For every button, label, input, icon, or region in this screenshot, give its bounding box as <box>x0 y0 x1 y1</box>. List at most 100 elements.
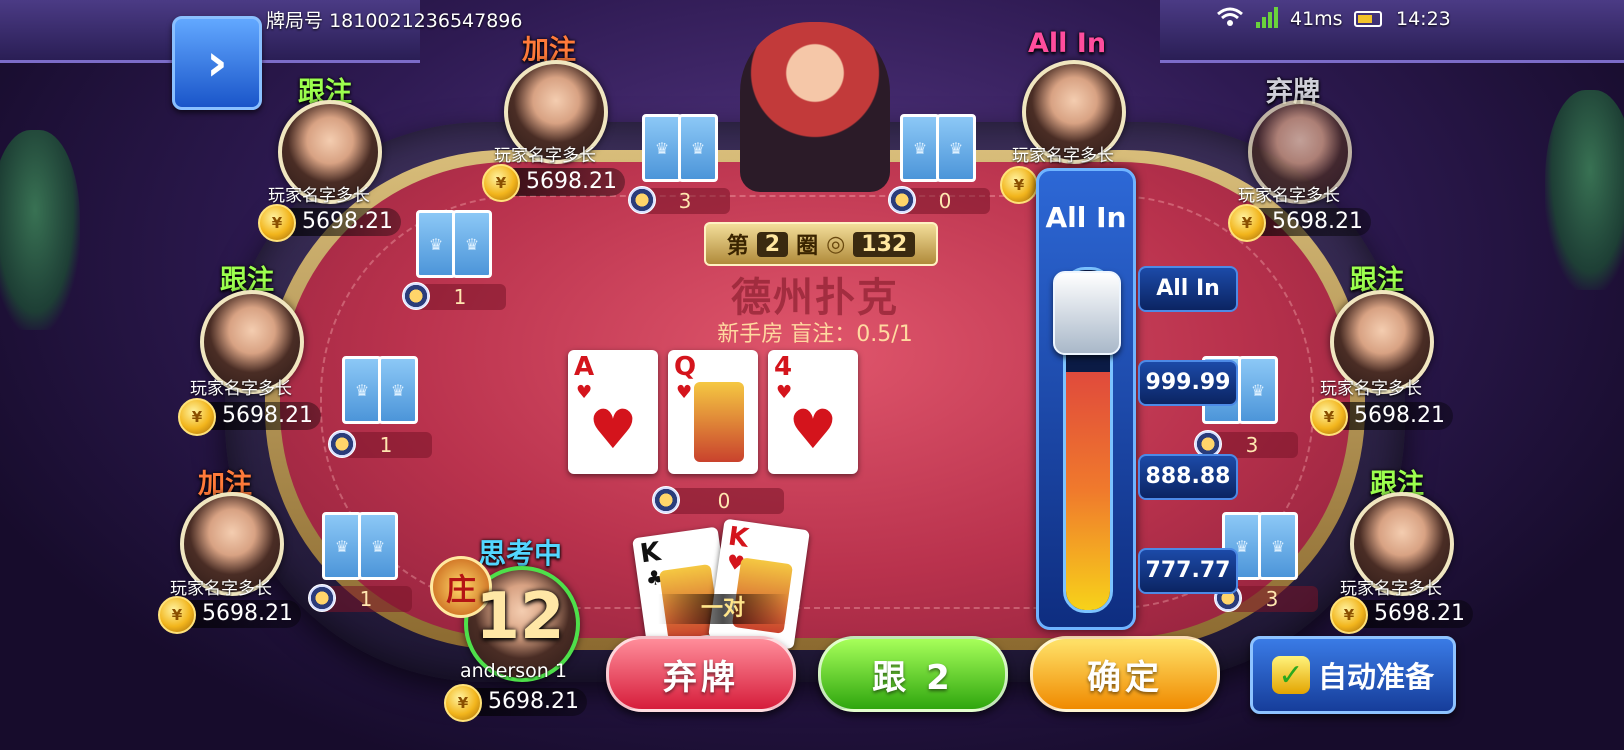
player-bet-value: 1 <box>359 587 373 611</box>
card-back-icon: ♛ <box>342 356 382 424</box>
community-card: A ♥ ♥ <box>568 350 658 474</box>
raise-preset-button[interactable]: 888.88 <box>1138 454 1238 500</box>
player-name: 玩家名字多长 <box>494 146 596 166</box>
heart-icon: ♥ <box>676 382 693 403</box>
player-chips: ¥ 5698.21 <box>1228 204 1371 242</box>
room-info: 新手房 盲注：0.5/1 <box>717 322 913 347</box>
player-chips-value: 5698.21 <box>202 601 293 626</box>
clock-time: 14:23 <box>1396 8 1451 30</box>
card-rank: 4 <box>774 352 793 382</box>
chip-icon <box>888 186 916 214</box>
player-chips-value: 5698.21 <box>1272 209 1363 234</box>
round-number: 2 <box>756 231 789 257</box>
dealer-right-bet: 0 <box>888 186 990 214</box>
player-hidden-cards: ♛ ♛ <box>416 210 500 282</box>
card-rank: A <box>574 352 595 382</box>
player-bet-value: 3 <box>1245 433 1259 457</box>
coin-icon: ¥ <box>1310 398 1348 436</box>
player-chips: ¥ 5698.21 <box>1330 596 1473 634</box>
player-chips: ¥ 5698.21 <box>1310 398 1453 436</box>
card-back-icon: ♛ <box>378 356 418 424</box>
coin-icon: ¥ <box>482 164 520 202</box>
main-pot: 0 <box>652 486 784 514</box>
player-name: 玩家名字多长 <box>268 186 370 206</box>
player-name: 玩家名字多长 <box>190 379 292 399</box>
game-title: 德州扑克 <box>731 275 899 321</box>
card-back-icon: ♛ <box>642 114 682 182</box>
coin-icon: ¥ <box>178 398 216 436</box>
latency: 41ms <box>1290 8 1343 30</box>
fold-button[interactable]: 弃牌 <box>606 636 796 712</box>
wifi-icon <box>1216 6 1244 28</box>
player-name: 玩家名字多长 <box>170 579 272 599</box>
player-bet: 1 <box>308 584 412 612</box>
pot-total: 132 <box>853 231 916 257</box>
coin-icon: ¥ <box>444 684 482 722</box>
coin-icon: ¥ <box>258 204 296 242</box>
raise-preset-button[interactable]: 777.77 <box>1138 548 1238 594</box>
raise-preset-allin-button[interactable]: All In <box>1138 266 1238 312</box>
hand-id-value: 1810021236547896 <box>329 10 523 32</box>
pot-coins-icon: ◎ <box>826 231 846 257</box>
card-back-icon: ♛ <box>1238 356 1278 424</box>
raise-slider-panel: All In <box>1036 168 1136 630</box>
player-chips-value: 5698.21 <box>1374 601 1465 626</box>
player-bet: 1 <box>328 430 432 458</box>
player-bet: 3 <box>1214 584 1318 612</box>
dealer-left-hidden-cards: ♛ ♛ <box>642 114 726 186</box>
player-name: 玩家名字多长 <box>1320 379 1422 399</box>
confirm-button[interactable]: 确定 <box>1030 636 1220 712</box>
my-chips: ¥ 5698.21 <box>444 684 587 722</box>
chip-icon <box>402 282 430 310</box>
raise-preset-button[interactable]: 999.99 <box>1138 360 1238 406</box>
card-back-icon: ♛ <box>452 210 492 278</box>
dealer-right-bet-value: 0 <box>938 189 952 213</box>
chip-icon <box>308 584 336 612</box>
hand-id-label: 牌局号 <box>266 10 324 32</box>
chip-icon <box>652 486 680 514</box>
card-back-icon: ♛ <box>416 210 456 278</box>
game-table-scene: 牌局号 1810021236547896 41ms 14:23 › ♛ ♛ 3 … <box>0 0 1624 750</box>
raise-slider-thumb[interactable] <box>1053 271 1121 355</box>
player-chips-value: 5698.21 <box>526 169 617 194</box>
player-bet-value: 1 <box>453 285 467 309</box>
player-chips-value: 5698.21 <box>222 403 313 428</box>
coin-icon: ¥ <box>1228 204 1266 242</box>
hand-id: 牌局号 1810021236547896 <box>266 6 522 33</box>
card-back-icon: ♛ <box>678 114 718 182</box>
card-back-icon: ♛ <box>322 512 362 580</box>
chip-icon <box>628 186 656 214</box>
menu-expand-button[interactable]: › <box>172 16 262 110</box>
my-chips-value: 5698.21 <box>488 689 579 714</box>
hand-rank-label: 一对 <box>658 594 788 624</box>
my-name: anderson 1 <box>460 660 567 682</box>
checkmark-icon: ✓ <box>1271 656 1310 694</box>
chevron-right-icon: › <box>206 33 228 93</box>
raise-slider-fill <box>1066 372 1110 610</box>
round-info-panel: 第 2 圈 ◎ 132 <box>704 222 938 266</box>
auto-ready-button[interactable]: ✓ 自动准备 <box>1250 636 1456 714</box>
player-bet: 1 <box>402 282 506 310</box>
round-prefix: 第 <box>726 234 749 259</box>
dealer-left-bet: 3 <box>628 186 730 214</box>
player-chips: ¥ 5698.21 <box>258 204 401 242</box>
card-back-icon: ♛ <box>900 114 940 182</box>
dealer-left-bet-value: 3 <box>678 189 692 213</box>
slider-max-label: All In <box>1045 201 1127 234</box>
player-bet-value: 1 <box>379 433 393 457</box>
player-chips-value: 5698.21 <box>302 209 393 234</box>
main-pot-value: 0 <box>717 489 731 513</box>
plant-left-decor <box>0 130 80 330</box>
community-card: 4 ♥ ♥ <box>768 350 858 474</box>
queen-face-icon <box>694 382 744 462</box>
card-back-icon: ♛ <box>936 114 976 182</box>
player-chips: ¥ 5698.21 <box>158 596 301 634</box>
heart-icon: ♥ <box>788 398 838 461</box>
player-hidden-cards: ♛ ♛ <box>322 512 406 584</box>
auto-ready-label: 自动准备 <box>1317 660 1434 694</box>
call-button[interactable]: 跟 2 <box>818 636 1008 712</box>
player-chips: ¥ 5698.21 <box>178 398 321 436</box>
dealer-right-hidden-cards: ♛ ♛ <box>900 114 984 186</box>
plant-right-decor <box>1545 90 1624 290</box>
round-suffix: 圈 <box>796 234 819 259</box>
